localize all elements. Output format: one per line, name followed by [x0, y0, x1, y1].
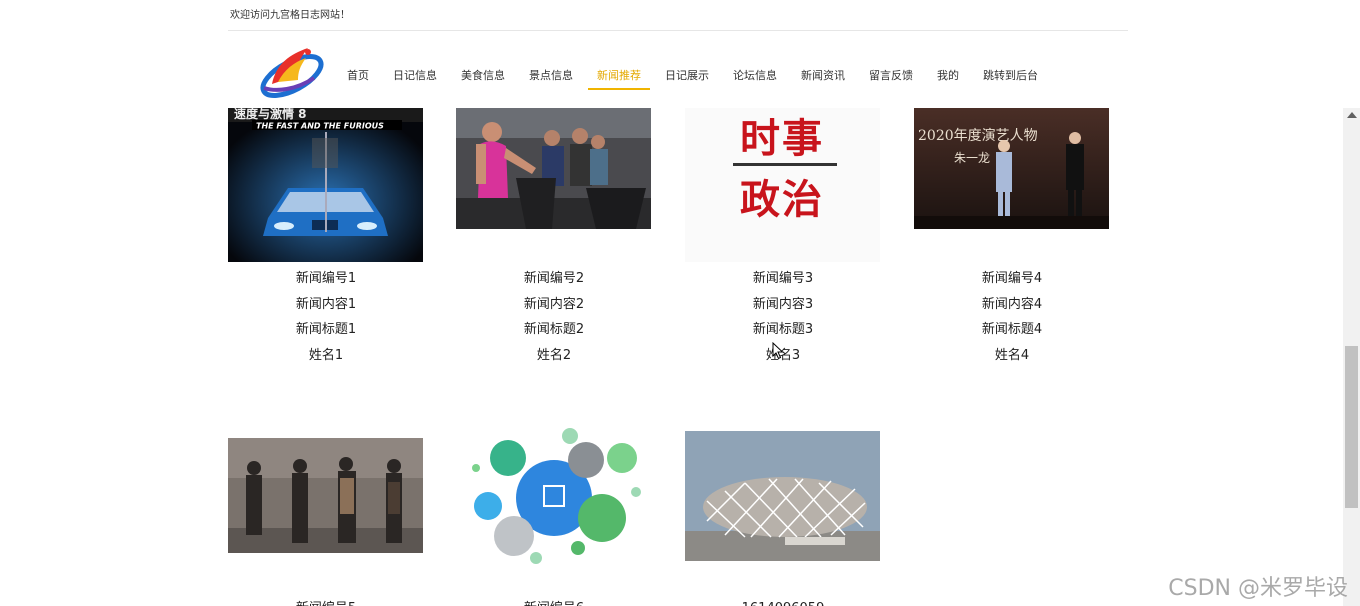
news-image-gym[interactable] [456, 108, 651, 229]
poster-text: THE FAST AND THE FURIOUS [256, 122, 384, 131]
news-image-politics[interactable]: 时事 政治 [685, 108, 880, 262]
mouse-pointer-icon [772, 341, 784, 364]
nav-item-admin[interactable]: 跳转到后台 [980, 61, 1041, 89]
news-image-street[interactable] [228, 438, 423, 553]
news-number: 新闻编号2 [523, 271, 585, 286]
nav-item-mine[interactable]: 我的 [934, 61, 962, 89]
news-content: 新闻内容3 [752, 296, 814, 312]
news-title: 新闻标题3 [752, 322, 814, 337]
news-author: 姓名2 [536, 347, 572, 363]
news-image-diagram[interactable] [456, 418, 651, 578]
nav-item-diary-show[interactable]: 日记展示 [662, 61, 712, 89]
header-divider [228, 30, 1128, 31]
news-number: 新闻编号4 [981, 271, 1043, 286]
nav-item-forum-info[interactable]: 论坛信息 [730, 61, 780, 89]
stage-title-text: 2020年度演艺人物 [918, 128, 1038, 144]
scrollbar-thumb[interactable] [1345, 346, 1358, 508]
site-logo[interactable] [256, 42, 326, 98]
news-number: 新闻编号6 [456, 596, 652, 606]
nav-item-scenic-info[interactable]: 景点信息 [526, 61, 576, 89]
news-content: 新闻内容2 [523, 296, 585, 312]
nav-item-feedback[interactable]: 留言反馈 [866, 61, 916, 89]
news-title: 新闻标题4 [981, 322, 1043, 337]
news-content: 新闻内容4 [981, 296, 1043, 312]
news-author: 姓名1 [308, 347, 344, 363]
stage-sub-text: 朱一龙 [954, 151, 990, 165]
news-content: 新闻内容1 [295, 296, 357, 312]
news-number: 新闻编号5 [228, 596, 424, 606]
news-author: 姓名4 [994, 347, 1030, 363]
news-number: 新闻编号1 [295, 271, 357, 286]
welcome-text: 欢迎访问九宫格日志网站！ [230, 10, 350, 21]
news-number: 新闻编号3 [752, 271, 814, 286]
news-image-car[interactable]: 速度与激情 8 THE FAST AND THE FURIOUS [228, 108, 423, 262]
main-nav: 首页 日记信息 美食信息 景点信息 新闻推荐 日记展示 论坛信息 新闻资讯 留言… [335, 58, 1050, 92]
nav-item-home[interactable]: 首页 [344, 61, 372, 89]
svg-text:速度与激情 8: 速度与激情 8 [234, 108, 307, 121]
nav-item-food-info[interactable]: 美食信息 [458, 61, 508, 89]
politics-text-line2: 政治 [740, 177, 824, 223]
news-image-stadium[interactable] [685, 431, 880, 561]
nav-item-diary-info[interactable]: 日记信息 [390, 61, 440, 89]
news-number: 1614096059 [685, 596, 881, 606]
news-title: 新闻标题1 [295, 322, 357, 337]
politics-text-line1: 时事 [740, 116, 824, 162]
nav-item-news-recommend[interactable]: 新闻推荐 [588, 61, 650, 90]
news-image-stage[interactable]: 2020年度演艺人物 朱一龙 [914, 108, 1109, 229]
watermark-text: CSDN @米罗毕设 [1168, 576, 1348, 601]
news-title: 新闻标题2 [523, 322, 585, 337]
scroll-up-arrow-icon[interactable] [1347, 112, 1357, 118]
nav-item-news[interactable]: 新闻资讯 [798, 61, 848, 89]
